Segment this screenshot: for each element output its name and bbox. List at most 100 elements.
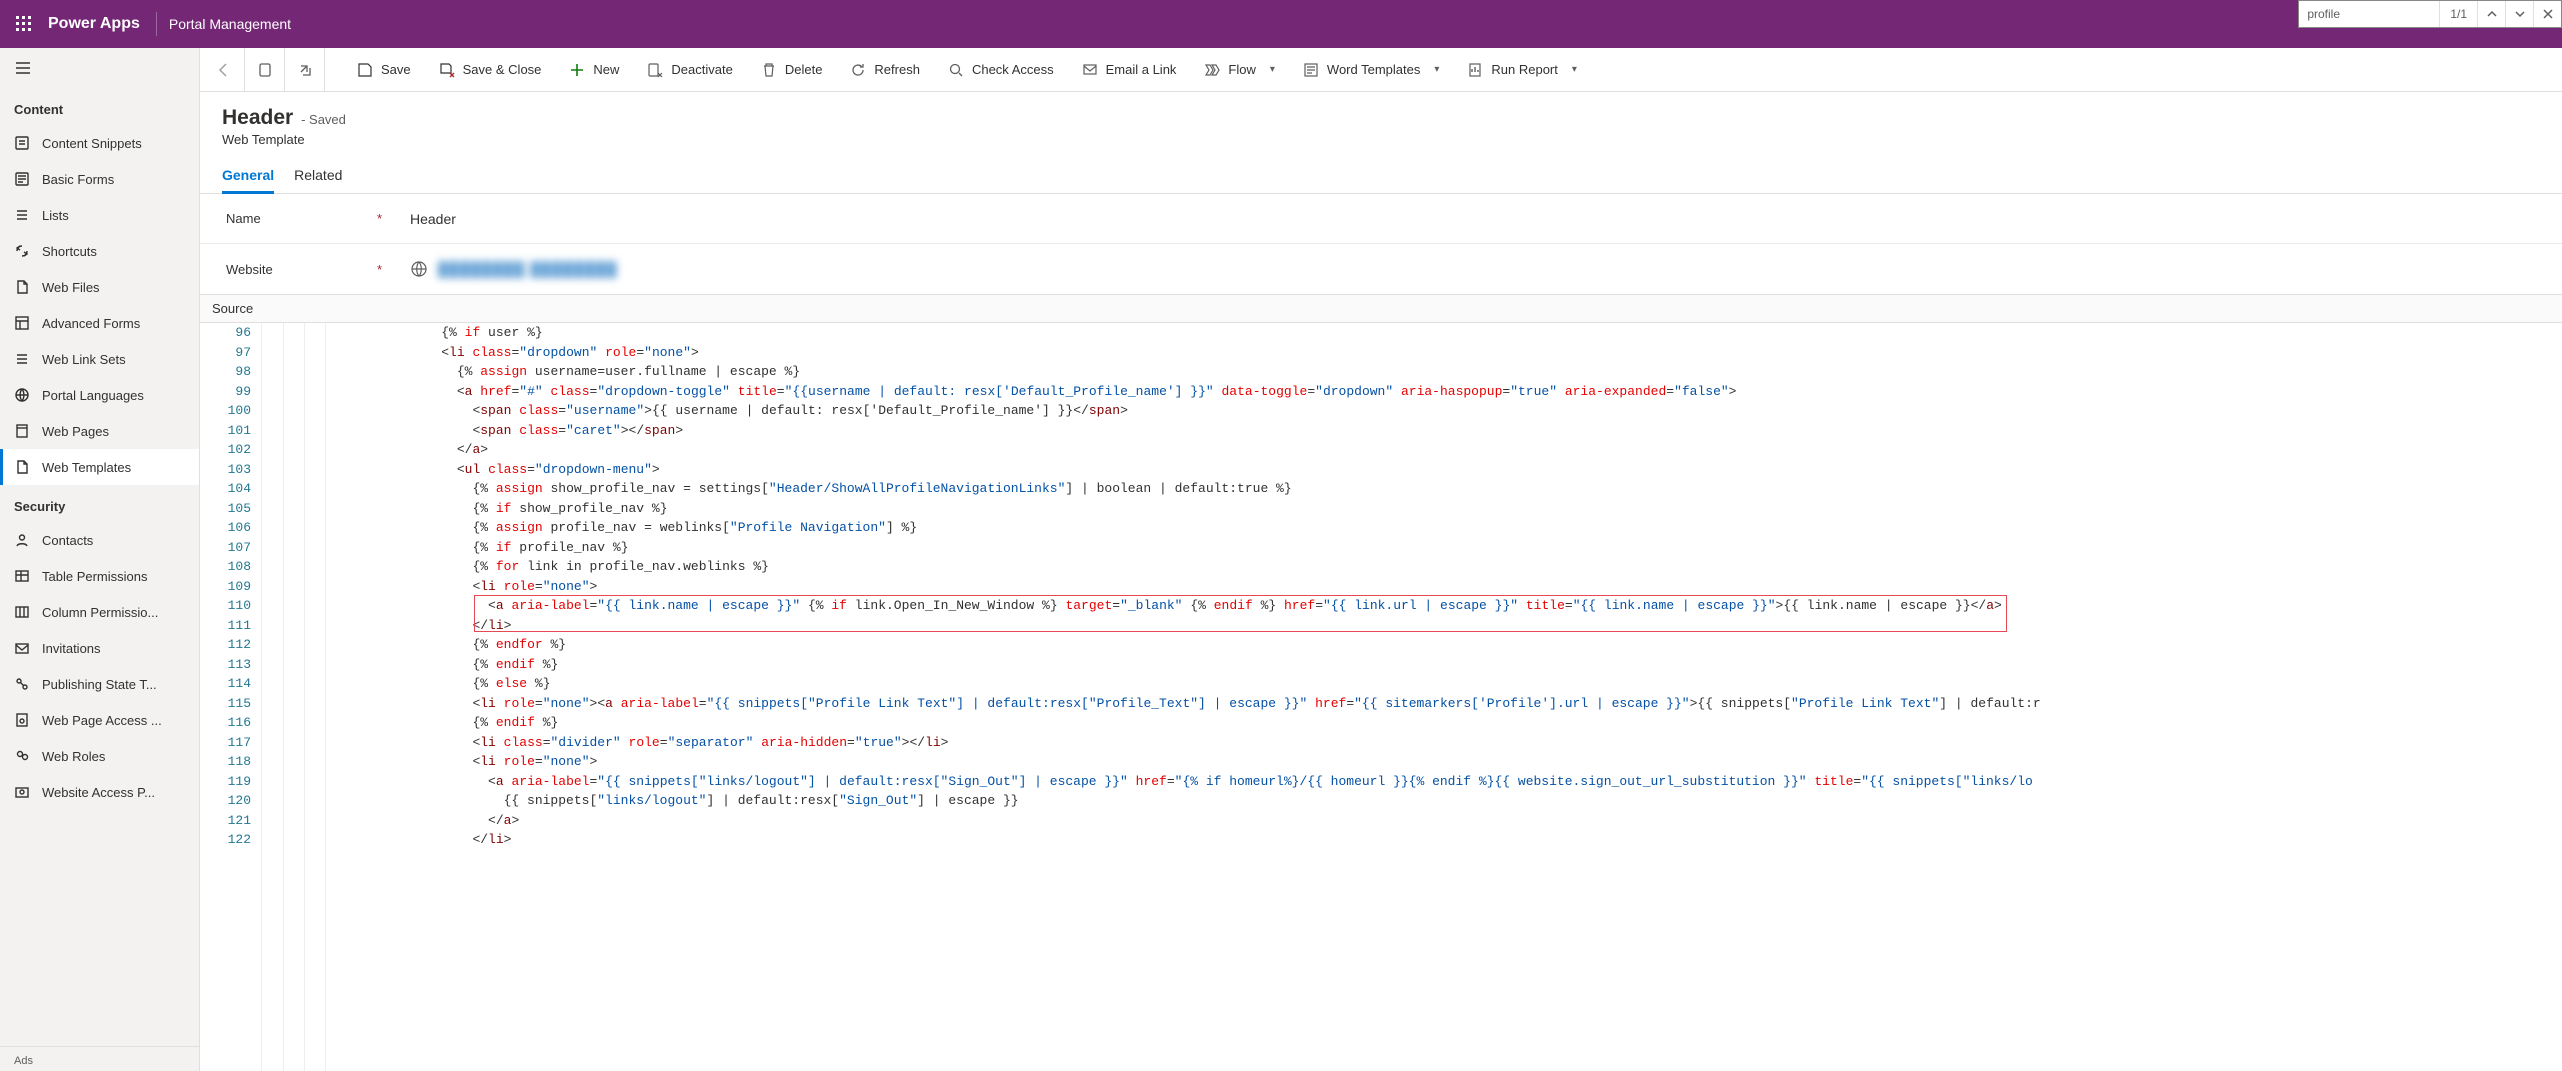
code-line[interactable]: <li class="dropdown" role="none"> [332,343,2562,363]
tab-related[interactable]: Related [294,161,342,193]
line-number: 101 [200,421,261,441]
tab-general[interactable]: General [222,161,274,193]
new-label: New [593,62,619,77]
word-icon [1303,62,1319,78]
area-name[interactable]: Portal Management [169,16,291,32]
code-editor[interactable]: 9697989910010110210310410510610710810911… [200,323,2562,1071]
save-icon [357,62,373,78]
page-icon [14,423,30,439]
code-line[interactable]: {% endif %} [332,713,2562,733]
record-status: - Saved [301,112,346,127]
sidebar-item-advanced-forms[interactable]: Advanced Forms [0,305,199,341]
popout-button[interactable] [284,48,324,91]
sidebar-item-web-page-access[interactable]: Web Page Access ... [0,702,199,738]
code-line[interactable]: {% assign profile_nav = weblinks["Profil… [332,518,2562,538]
find-input[interactable] [2299,1,2439,27]
name-input[interactable]: Header [400,211,456,227]
sidebar-item-web-templates[interactable]: Web Templates [0,449,199,485]
sidebar-item-content-snippets[interactable]: Content Snippets [0,125,199,161]
sidebar-item-invitations[interactable]: Invitations [0,630,199,666]
sidebar-item-web-link-sets[interactable]: Web Link Sets [0,341,199,377]
code-line[interactable]: </a> [332,811,2562,831]
app-launcher-icon[interactable] [0,0,48,48]
code-line[interactable]: </a> [332,440,2562,460]
code-line[interactable]: <li role="none"> [332,577,2562,597]
code-line[interactable]: {% endif %} [332,655,2562,675]
plus-icon [569,62,585,78]
sidebar-item-website-access-p[interactable]: Website Access P... [0,774,199,810]
sidebar-item-web-pages[interactable]: Web Pages [0,413,199,449]
code-line[interactable]: {{ snippets["links/logout"] | default:re… [332,791,2562,811]
code-line[interactable]: {% if profile_nav %} [332,538,2562,558]
sidebar-item-shortcuts[interactable]: Shortcuts [0,233,199,269]
invite-icon [14,640,30,656]
sidebar-item-label: Contacts [42,533,93,548]
sidebar-item-lists[interactable]: Lists [0,197,199,233]
code-line[interactable]: {% else %} [332,674,2562,694]
code-line[interactable]: {% assign username=user.fullname | escap… [332,362,2562,382]
product-name[interactable]: Power Apps [48,15,156,33]
sidebar-footer: Ads [0,1046,199,1071]
sidebar-item-contacts[interactable]: Contacts [0,522,199,558]
word-templates-label: Word Templates [1327,62,1420,77]
required-star: * [377,262,382,277]
open-in-new-button[interactable] [244,48,284,91]
code-line[interactable]: {% if show_profile_nav %} [332,499,2562,519]
code-line[interactable]: <a aria-label="{{ snippets["links/logout… [332,772,2562,792]
code-line[interactable]: {% endfor %} [332,635,2562,655]
line-number: 109 [200,577,261,597]
line-number: 112 [200,635,261,655]
sidebar-item-basic-forms[interactable]: Basic Forms [0,161,199,197]
sidebar-item-label: Web Pages [42,424,109,439]
run-report-button[interactable]: Run Report▾ [1453,48,1591,92]
command-bar: Save Save & Close New Deactivate Delete … [200,48,2562,92]
save-close-button[interactable]: Save & Close [425,48,556,92]
sidebar-item-label: Portal Languages [42,388,144,403]
delete-button[interactable]: Delete [747,48,837,92]
save-close-icon [439,62,455,78]
code-line[interactable]: <ul class="dropdown-menu"> [332,460,2562,480]
check-access-button[interactable]: Check Access [934,48,1068,92]
sidebar: ContentContent SnippetsBasic FormsListsS… [0,48,200,1071]
sidebar-item-column-permissio[interactable]: Column Permissio... [0,594,199,630]
code-line[interactable]: <a href="#" class="dropdown-toggle" titl… [332,382,2562,402]
sidebar-item-web-files[interactable]: Web Files [0,269,199,305]
code-line[interactable]: <li role="none"> [332,752,2562,772]
code-line[interactable]: {% if user %} [332,323,2562,343]
find-close-button[interactable] [2533,1,2561,27]
find-next-button[interactable] [2505,1,2533,27]
website-lookup[interactable]: ████████ ████████ [400,260,618,278]
new-button[interactable]: New [555,48,633,92]
flow-button[interactable]: Flow▾ [1190,48,1288,92]
email-label: Email a Link [1106,62,1177,77]
sidebar-item-label: Web Roles [42,749,105,764]
sidebar-item-table-permissions[interactable]: Table Permissions [0,558,199,594]
colperm-icon [14,604,30,620]
find-prev-button[interactable] [2477,1,2505,27]
line-number: 118 [200,752,261,772]
line-number: 106 [200,518,261,538]
sidebar-toggle[interactable] [0,48,199,88]
siteaccess-icon [14,784,30,800]
email-link-button[interactable]: Email a Link [1068,48,1191,92]
sidebar-item-label: Shortcuts [42,244,97,259]
source-label: Source [200,295,2562,323]
code-line[interactable]: <li class="divider" role="separator" ari… [332,733,2562,753]
code-line[interactable]: <span class="username">{{ username | def… [332,401,2562,421]
sidebar-item-portal-languages[interactable]: Portal Languages [0,377,199,413]
deactivate-button[interactable]: Deactivate [633,48,746,92]
back-button[interactable] [204,48,244,91]
refresh-button[interactable]: Refresh [836,48,934,92]
word-templates-button[interactable]: Word Templates▾ [1289,48,1453,92]
chevron-down-icon: ▾ [1572,64,1577,75]
code-line[interactable]: </li> [332,830,2562,850]
sidebar-item-publishing-state-t[interactable]: Publishing State T... [0,666,199,702]
save-button[interactable]: Save [343,48,425,92]
code-line[interactable]: <li role="none"><a aria-label="{{ snippe… [332,694,2562,714]
code-line[interactable]: <span class="caret"></span> [332,421,2562,441]
code-line[interactable]: {% for link in profile_nav.weblinks %} [332,557,2562,577]
required-star: * [377,211,382,226]
sidebar-item-web-roles[interactable]: Web Roles [0,738,199,774]
code-line[interactable]: {% assign show_profile_nav = settings["H… [332,479,2562,499]
deactivate-icon [647,62,663,78]
